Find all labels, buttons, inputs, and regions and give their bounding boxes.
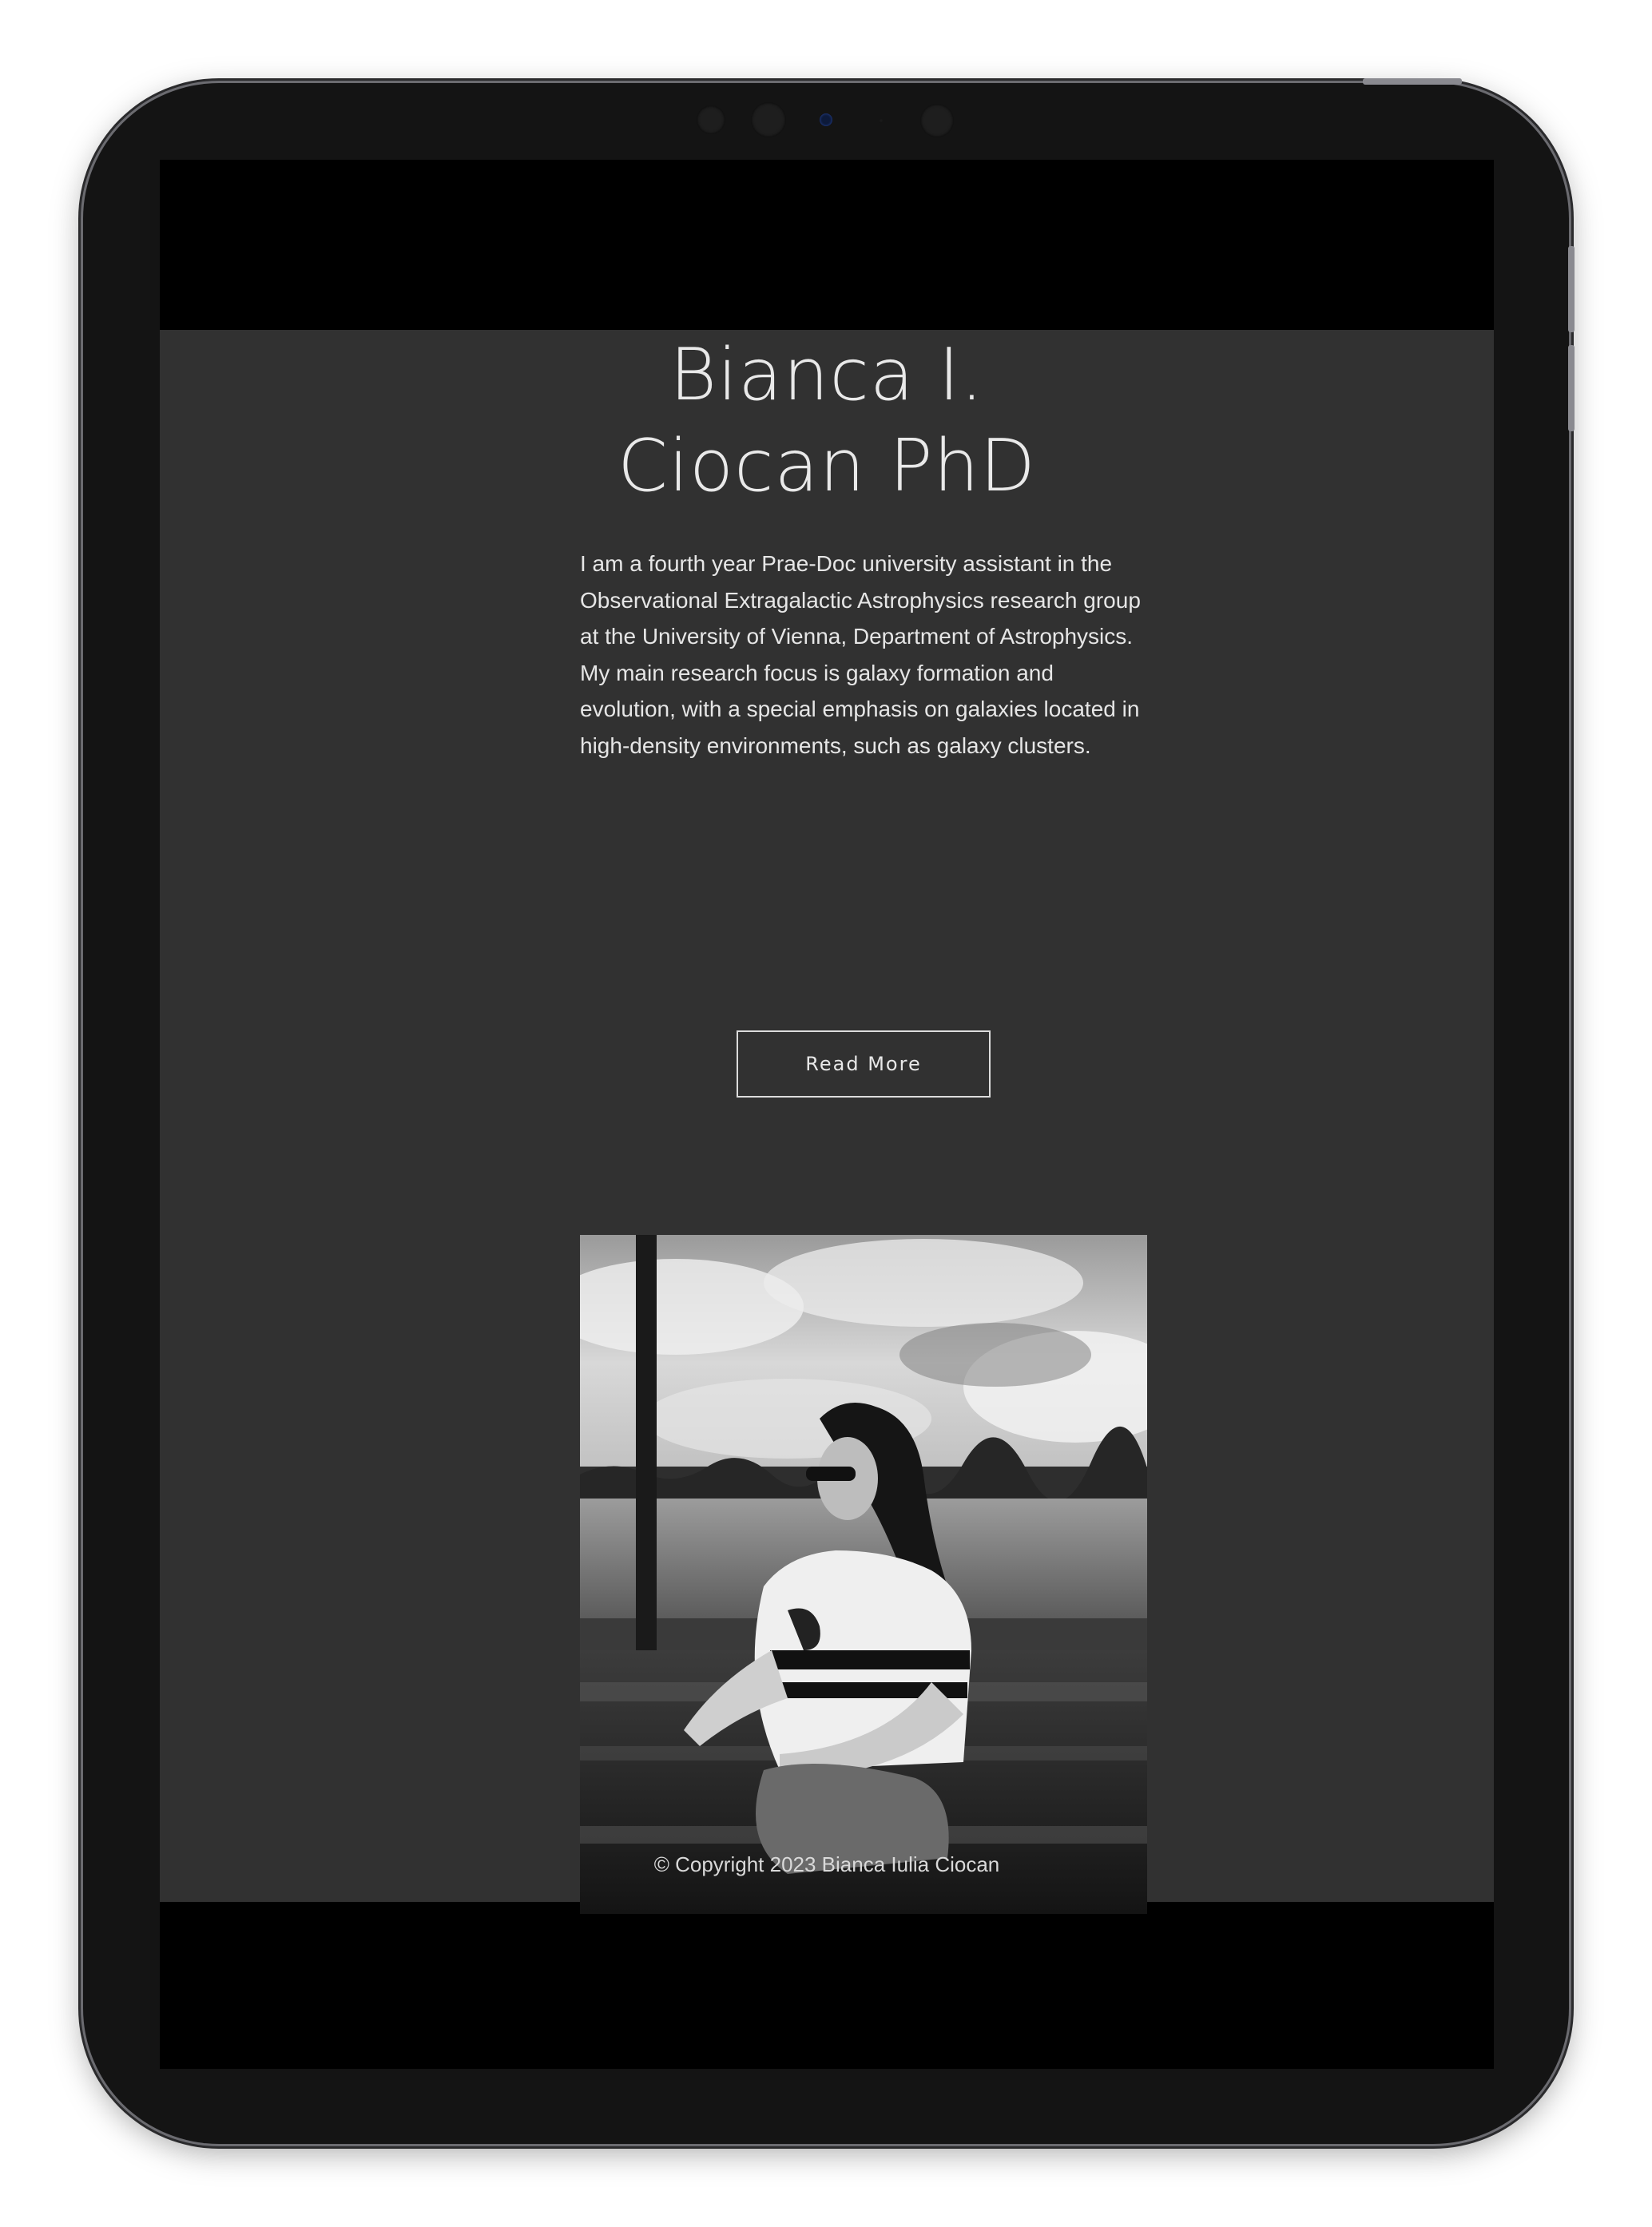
screen: Bianca I. Ciocan PhD I am a fourth year … bbox=[160, 160, 1494, 2069]
title-line-1: Bianca I. bbox=[669, 333, 984, 417]
portrait-photo-image bbox=[580, 1235, 1147, 1914]
portrait-photo bbox=[580, 1235, 1147, 1914]
sensor-icon bbox=[920, 104, 954, 137]
sensor-dot-icon bbox=[879, 118, 884, 123]
power-button bbox=[1363, 78, 1462, 85]
volume-down-button bbox=[1568, 345, 1575, 431]
copyright-text: © Copyright 2023 Bianca Iulia Ciocan bbox=[653, 1852, 1000, 1876]
bio-paragraph: I am a fourth year Prae-Doc university a… bbox=[580, 551, 1141, 758]
main-content: Bianca I. Ciocan PhD I am a fourth year … bbox=[160, 330, 1494, 1914]
page-title: Bianca I. Ciocan PhD bbox=[160, 330, 1494, 512]
sensor-icon bbox=[751, 102, 786, 137]
volume-up-button bbox=[1568, 246, 1575, 332]
title-line-2: Ciocan PhD bbox=[618, 424, 1036, 508]
read-more-button[interactable]: Read More bbox=[737, 1030, 991, 1098]
sensor-icon bbox=[697, 105, 725, 134]
camera-lens-icon bbox=[820, 113, 832, 126]
